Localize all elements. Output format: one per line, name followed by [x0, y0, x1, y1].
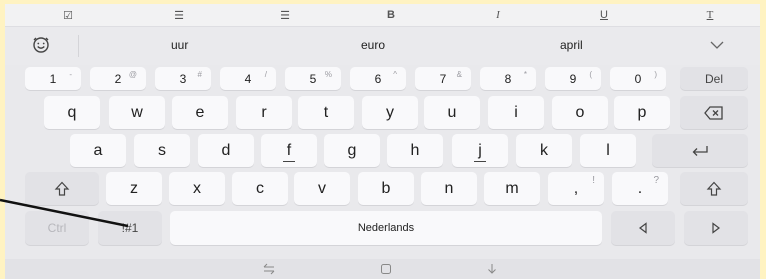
home-icon[interactable]: [379, 262, 393, 276]
hide-keyboard-icon[interactable]: [485, 262, 499, 276]
annotation-arrow: [0, 198, 129, 228]
recent-apps-icon[interactable]: [262, 262, 276, 276]
navigation-bar: [5, 259, 760, 279]
